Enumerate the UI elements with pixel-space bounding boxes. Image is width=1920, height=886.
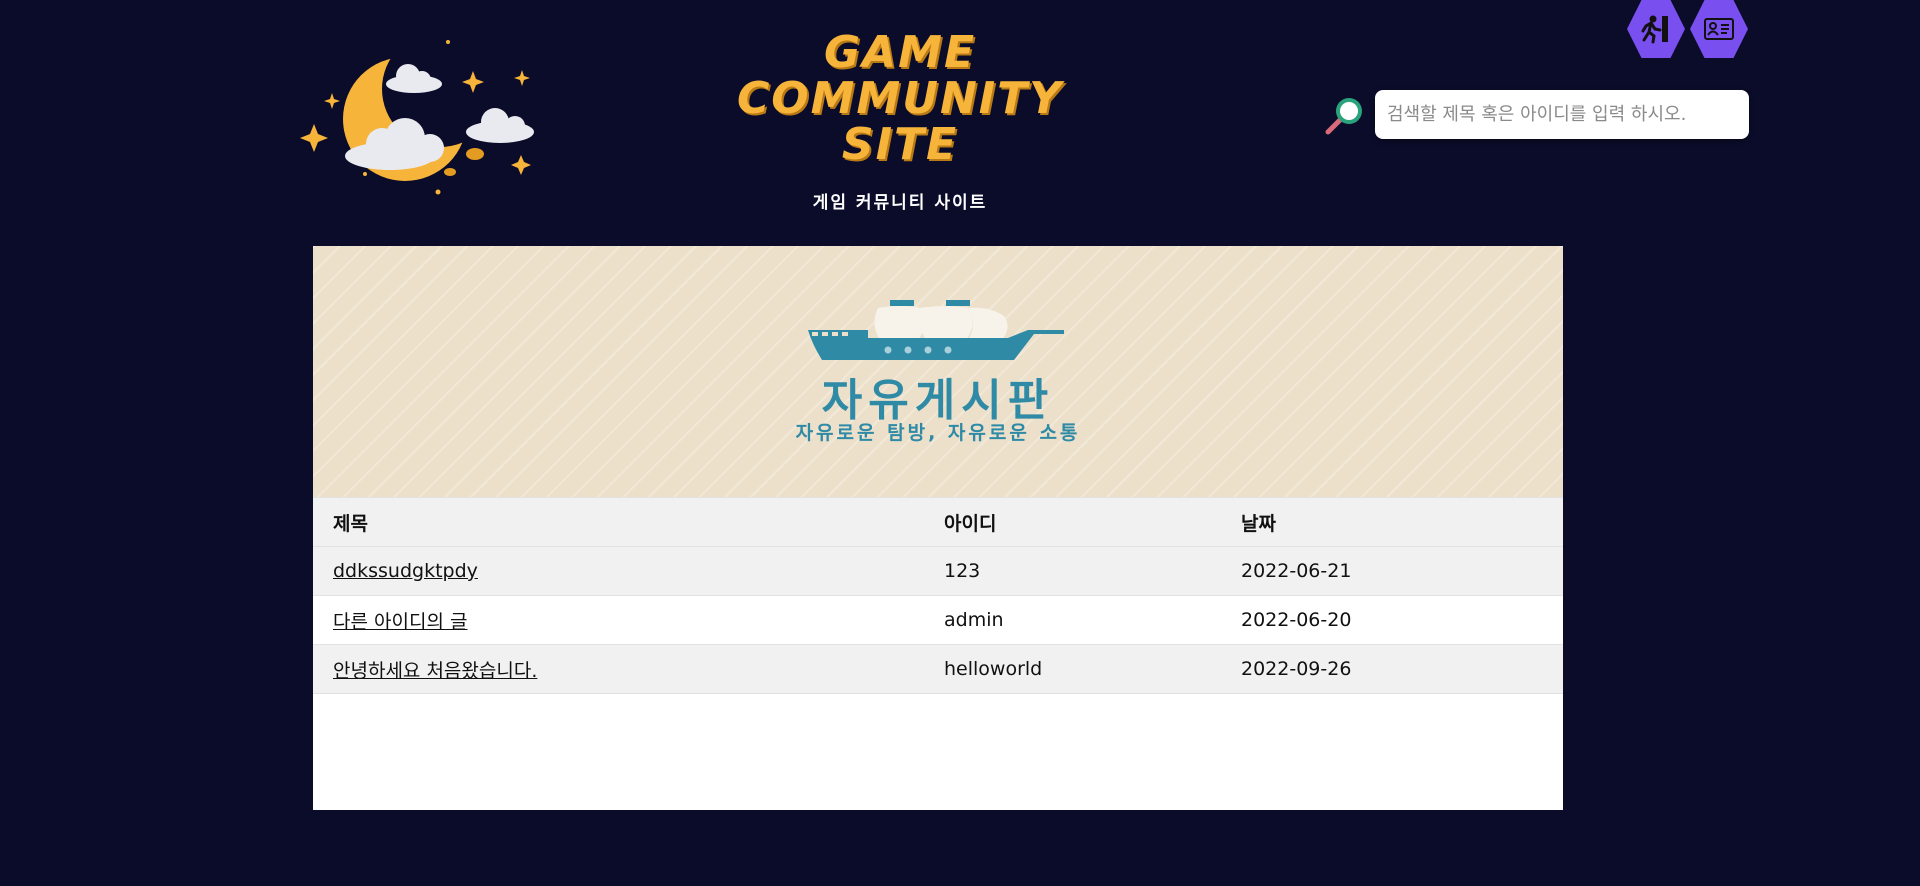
post-title-link[interactable]: 안녕하세요 처음왔습니다. (333, 660, 537, 682)
site-subtitle: 게임 커뮤니티 사이트 (812, 193, 988, 213)
post-title-cell: 다른 아이디의 글 (313, 595, 924, 645)
post-author-id: 123 (924, 546, 1221, 596)
table-header-row: 제목 아이디 날짜 (313, 497, 1563, 547)
board-subtitle: 자유로운 탐방, 자유로운 소통 (795, 422, 1081, 444)
table-row: 다른 아이디의 글 admin 2022-06-20 (313, 595, 1563, 645)
moon-logo-icon[interactable] (290, 34, 540, 204)
post-table: 제목 아이디 날짜 ddkssudgktpdy 123 2022-06-21 다… (313, 497, 1563, 694)
post-date: 2022-06-20 (1221, 595, 1563, 645)
free-board-panel: 자유게시판 자유로운 탐방, 자유로운 소통 제목 아이디 날짜 ddkssud… (313, 246, 1563, 810)
search-icon[interactable] (1320, 92, 1368, 140)
profile-card-icon (1704, 18, 1734, 40)
post-date: 2022-06-21 (1221, 546, 1563, 596)
site-title: GAME COMMUNITY SITE (736, 27, 1064, 170)
post-author-id: helloworld (924, 644, 1221, 694)
table-row: 안녕하세요 처음왔습니다. helloworld 2022-09-26 (313, 644, 1563, 694)
table-row: ddkssudgktpdy 123 2022-06-21 (313, 546, 1563, 596)
post-title-cell: ddkssudgktpdy (313, 546, 924, 596)
logout-button[interactable] (1627, 0, 1685, 58)
board-banner: 자유게시판 자유로운 탐방, 자유로운 소통 (313, 246, 1563, 497)
post-title-link[interactable]: ddkssudgktpdy (333, 560, 478, 582)
search-input[interactable] (1375, 90, 1749, 139)
profile-button[interactable] (1690, 0, 1748, 58)
column-header-title: 제목 (313, 497, 924, 547)
column-header-date: 날짜 (1221, 497, 1563, 547)
logout-icon (1641, 15, 1668, 44)
column-header-id: 아이디 (924, 497, 1221, 547)
post-date: 2022-09-26 (1221, 644, 1563, 694)
ship-icon (808, 300, 1064, 360)
post-title-cell: 안녕하세요 처음왔습니다. (313, 644, 924, 694)
post-author-id: admin (924, 595, 1221, 645)
post-title-link[interactable]: 다른 아이디의 글 (333, 611, 467, 633)
